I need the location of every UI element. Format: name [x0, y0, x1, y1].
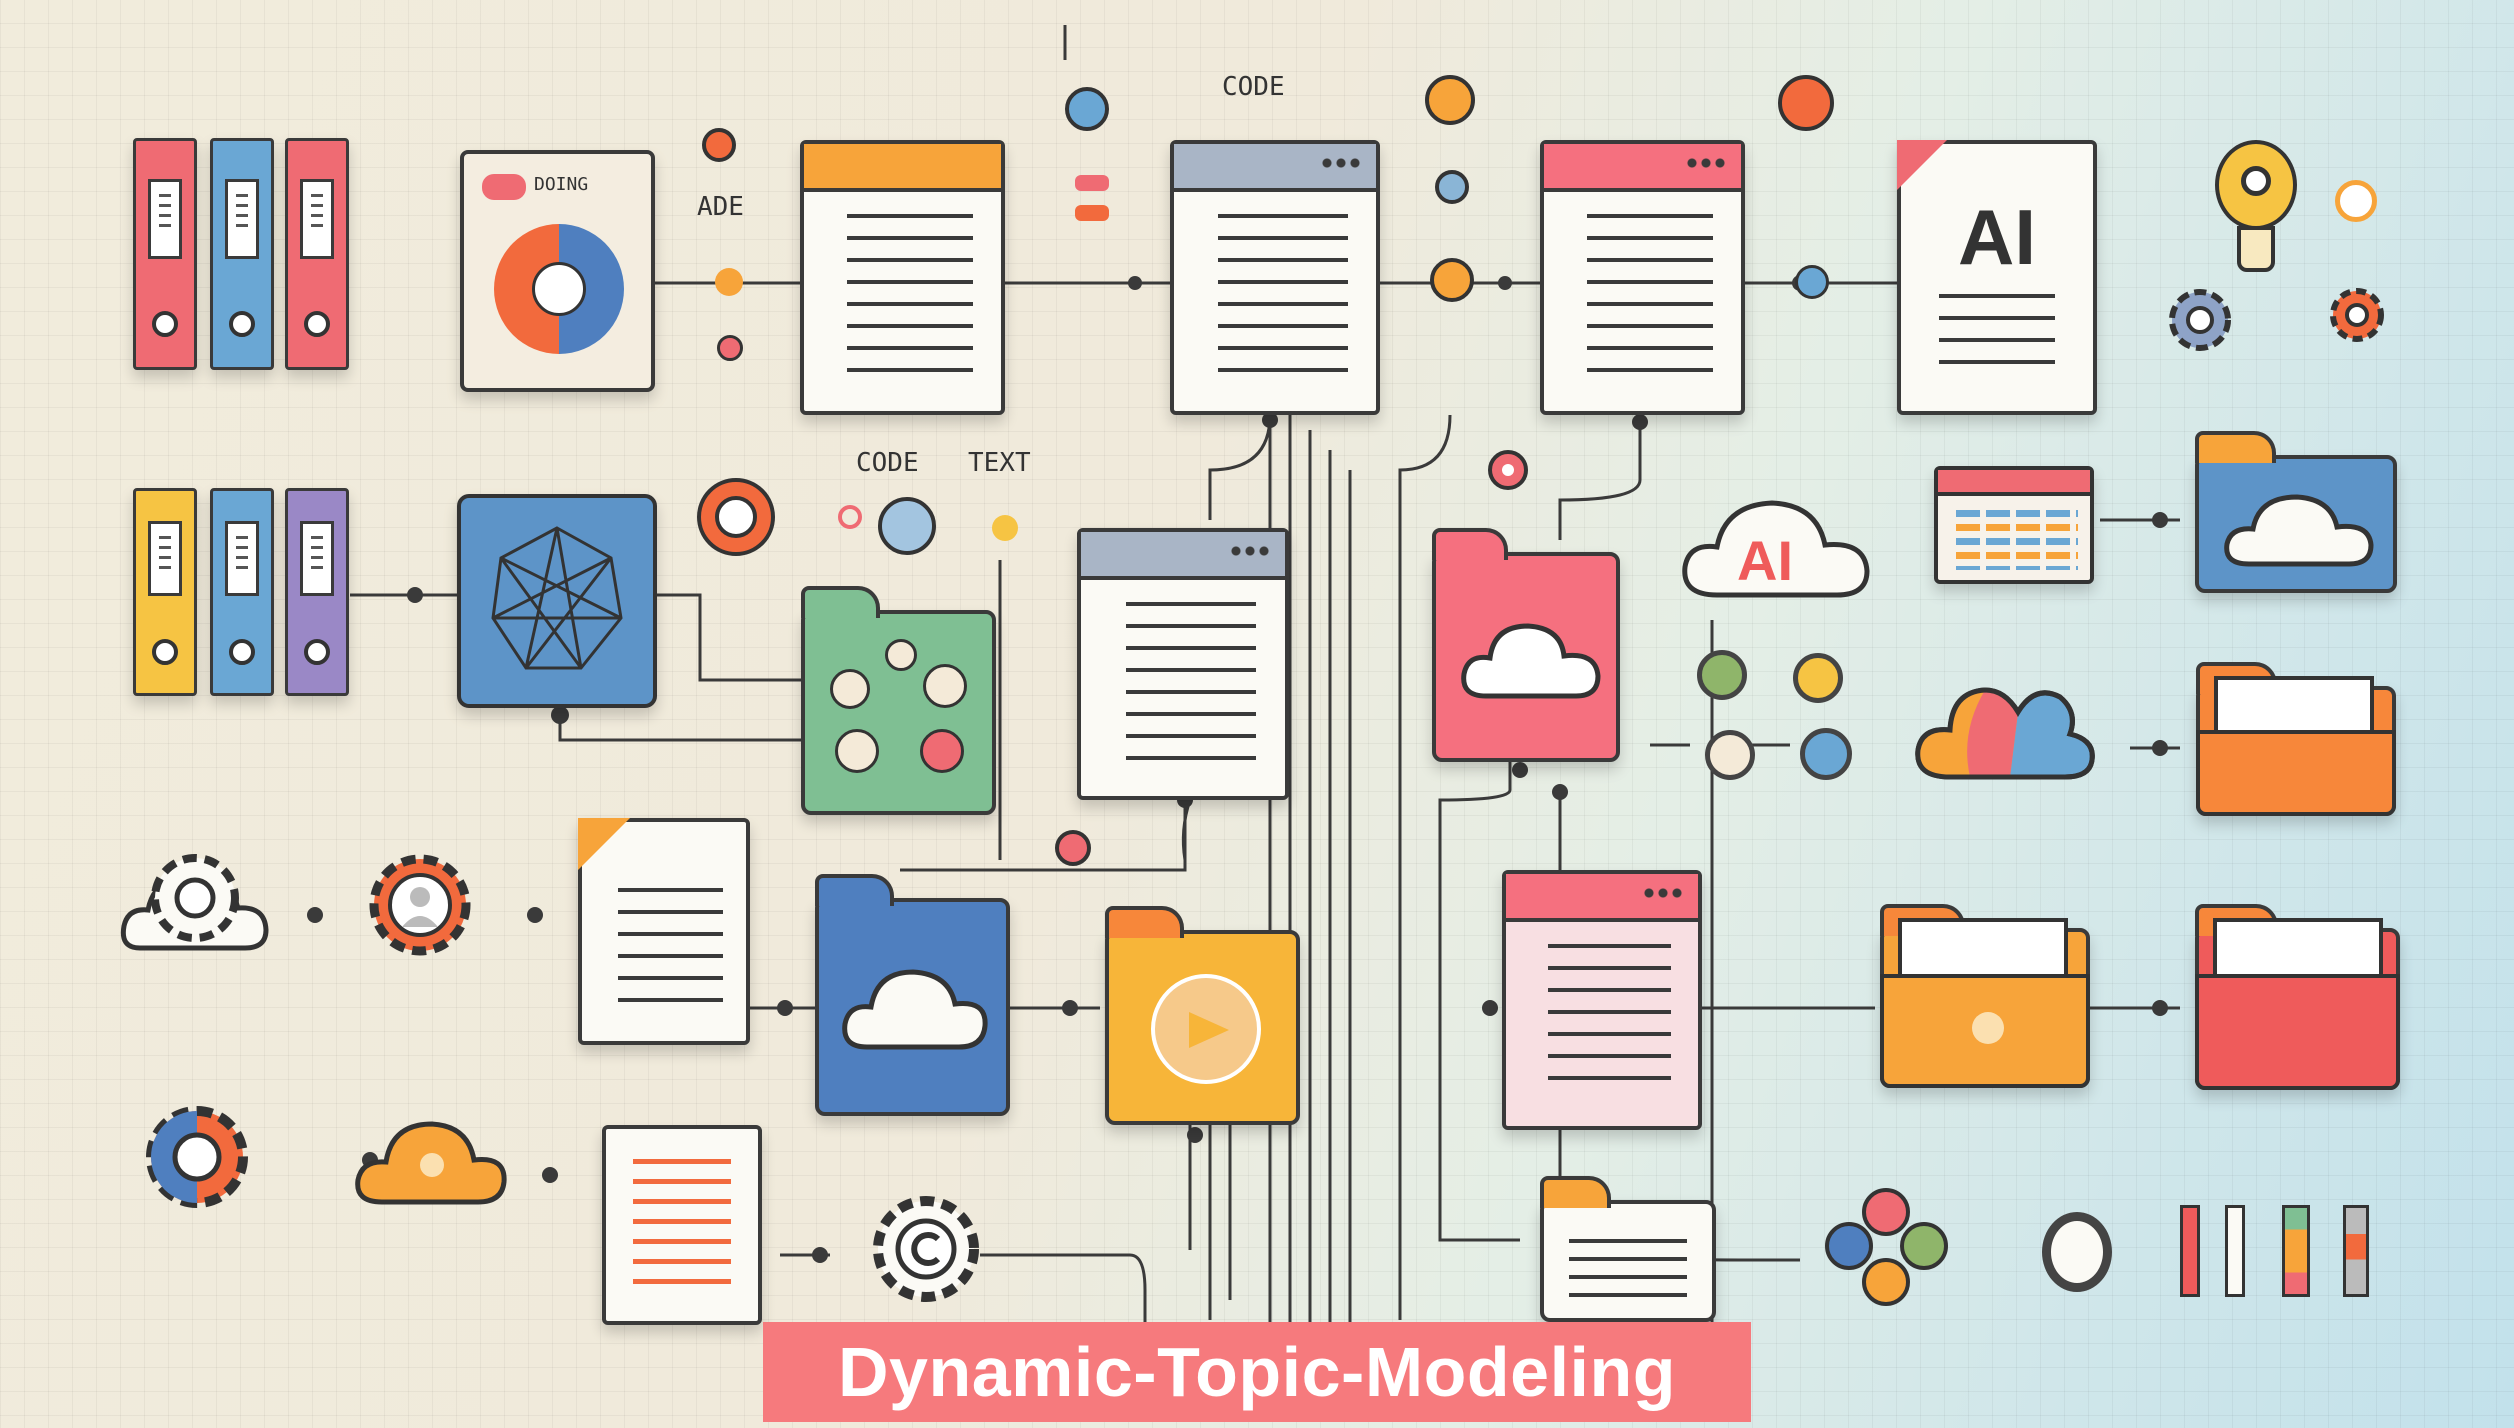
gear-icon — [369, 854, 471, 956]
network-icon — [457, 494, 657, 708]
document-icon — [1077, 528, 1289, 800]
node-icon — [1697, 650, 1747, 700]
folder-icon — [2195, 904, 2400, 1090]
binder-icon — [285, 138, 349, 370]
title-banner: Dynamic-Topic-Modeling — [763, 1322, 1751, 1422]
gear-icon — [146, 1106, 248, 1208]
node-icon — [838, 505, 862, 529]
ai-label: AI — [1958, 193, 2036, 281]
node-icon — [1075, 175, 1109, 191]
node-icon — [717, 335, 743, 361]
folder-icon — [2196, 662, 2396, 816]
cloud-icon — [1461, 623, 1601, 699]
gear-icon — [873, 1196, 979, 1302]
node-icon — [1435, 170, 1469, 204]
node-icon — [1800, 728, 1852, 780]
document-icon — [1502, 870, 1702, 1130]
node-icon — [1795, 265, 1829, 299]
diagram-canvas: DOING ADE CODE AI CODE TEXT AI Dynamic-T… — [0, 0, 2514, 1428]
cloud-icon — [842, 969, 988, 1050]
node-icon — [1075, 205, 1109, 221]
calendar-icon — [1934, 466, 2094, 584]
bar-icon — [2343, 1205, 2369, 1297]
binder-icon — [210, 138, 274, 370]
node-icon — [1705, 730, 1755, 780]
node-icon — [1862, 1258, 1910, 1306]
code-label: CODE — [856, 448, 919, 478]
folder-icon — [1540, 1176, 1716, 1322]
cloud-icon — [2224, 494, 2374, 567]
node-icon — [878, 497, 936, 555]
node-icon — [1900, 1222, 1948, 1270]
binder-icon — [133, 138, 197, 370]
node-icon — [1778, 75, 1834, 131]
bar-icon — [2225, 1205, 2245, 1297]
node-icon — [1793, 653, 1843, 703]
binder-icon — [210, 488, 274, 696]
folder-icon — [1105, 906, 1300, 1125]
node-icon — [1065, 87, 1109, 131]
binder-icon — [285, 488, 349, 696]
bar-icon — [2180, 1205, 2200, 1297]
ai-document-icon: AI — [1897, 140, 2097, 415]
ade-label: ADE — [697, 192, 744, 222]
node-icon — [1430, 258, 1474, 302]
document-icon — [578, 818, 750, 1045]
document-icon — [800, 140, 1005, 415]
page-title: Dynamic-Topic-Modeling — [837, 1333, 1677, 1411]
document-icon — [1540, 140, 1745, 415]
node-icon — [697, 478, 775, 556]
pie-chart-icon — [494, 224, 624, 354]
node-icon — [715, 268, 743, 296]
node-icon — [2335, 180, 2377, 222]
folder-icon — [2195, 431, 2397, 593]
document-icon — [1170, 140, 1380, 415]
lightbulb-icon — [2215, 140, 2297, 280]
gear-icon — [2169, 289, 2231, 351]
document-icon — [602, 1125, 762, 1325]
cloud-icon — [355, 1121, 507, 1205]
code-label: CODE — [1222, 72, 1285, 102]
gear-icon — [120, 854, 269, 951]
folder-icon — [801, 586, 996, 815]
text-label: TEXT — [968, 448, 1031, 478]
folder-icon — [1880, 904, 2090, 1088]
cloud-icon — [1915, 687, 2095, 780]
gear-icon — [2330, 288, 2384, 342]
folder-icon — [1432, 528, 1620, 762]
folder-icon — [815, 874, 1010, 1116]
binder-icon — [133, 488, 197, 696]
node-icon — [1425, 75, 1475, 125]
node-icon — [702, 128, 736, 162]
node-icon — [1825, 1222, 1873, 1270]
ai-cloud-label: AI — [1737, 529, 1793, 592]
node-icon — [1055, 830, 1091, 866]
doing-label: DOING — [534, 174, 589, 195]
node-icon — [992, 515, 1018, 541]
bar-icon — [2282, 1205, 2310, 1297]
node-icon — [1862, 1188, 1910, 1236]
node-icon — [2042, 1212, 2112, 1292]
node-icon — [1488, 450, 1528, 490]
pie-chart-card: DOING — [460, 150, 655, 392]
